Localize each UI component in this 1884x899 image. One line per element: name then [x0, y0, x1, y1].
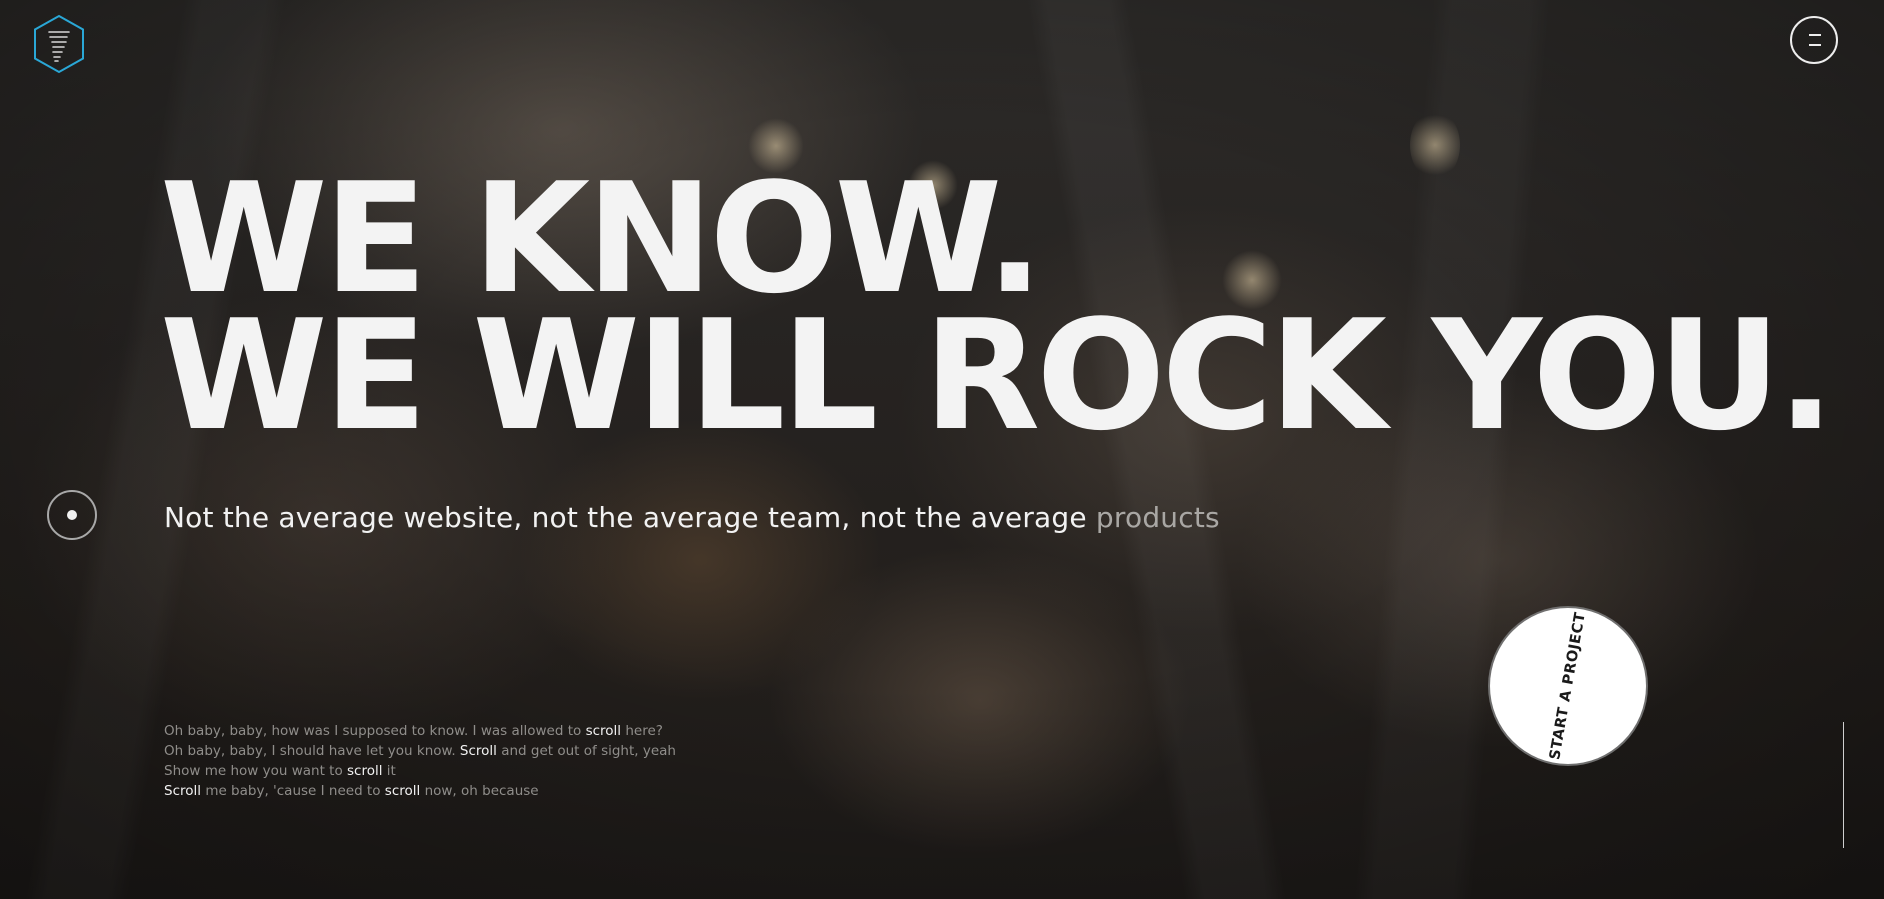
start-project-button[interactable]: START A PROJECT: [1490, 608, 1646, 764]
home-logo-link[interactable]: [31, 14, 87, 74]
lyrics-line: Show me how you want to scroll it: [164, 761, 676, 781]
lyrics-text: here?: [625, 723, 663, 739]
hamburger-menu-icon-bar: [1809, 44, 1821, 46]
lyrics-text: Show me how you want to: [164, 763, 343, 779]
lyrics-highlight: Scroll: [459, 743, 497, 759]
lyrics-text: Oh baby, baby, I should have let you kno…: [164, 743, 456, 759]
lyrics-line: Scroll me baby, 'cause I need to scroll …: [164, 781, 676, 801]
scroll-dot-icon: [67, 510, 77, 520]
hero-tagline: Not the average website, not the average…: [164, 496, 1220, 540]
lyrics-highlight: Scroll: [164, 783, 202, 799]
lyrics-line: Oh baby, baby, how was I supposed to kno…: [164, 721, 676, 741]
tagline-rotating-word: products: [1095, 501, 1220, 534]
lyrics-text: and get out of sight, yeah: [501, 743, 676, 759]
hero-section: WE KNOW. WE WILL ROCK YOU. Not the avera…: [0, 0, 1884, 899]
tagline-main: Not the average website, not the average…: [164, 501, 1087, 534]
lyrics-text: it: [386, 763, 396, 779]
lyrics-highlight: scroll: [585, 723, 622, 739]
scroll-indicator-button[interactable]: [47, 490, 97, 540]
lyrics-line: Oh baby, baby, I should have let you kno…: [164, 741, 676, 761]
headline-line-2: WE WILL ROCK YOU.: [160, 287, 1835, 464]
hero-headline: WE KNOW. WE WILL ROCK YOU.: [160, 163, 1835, 464]
scroll-lyrics: Oh baby, baby, how was I supposed to kno…: [164, 721, 676, 801]
tornado-hexagon-logo-icon: [34, 14, 84, 74]
menu-button[interactable]: [1790, 16, 1838, 64]
lyrics-text: Oh baby, baby, how was I supposed to kno…: [164, 723, 582, 739]
hamburger-menu-icon: [1809, 34, 1821, 36]
lyrics-text: me baby, 'cause I need to: [205, 783, 381, 799]
lyrics-text: now, oh because: [424, 783, 539, 799]
lyrics-highlight: scroll: [384, 783, 421, 799]
start-project-label: START A PROJECT: [1547, 610, 1589, 762]
scroll-progress-line: [1843, 722, 1844, 848]
lyrics-highlight: scroll: [347, 763, 383, 779]
